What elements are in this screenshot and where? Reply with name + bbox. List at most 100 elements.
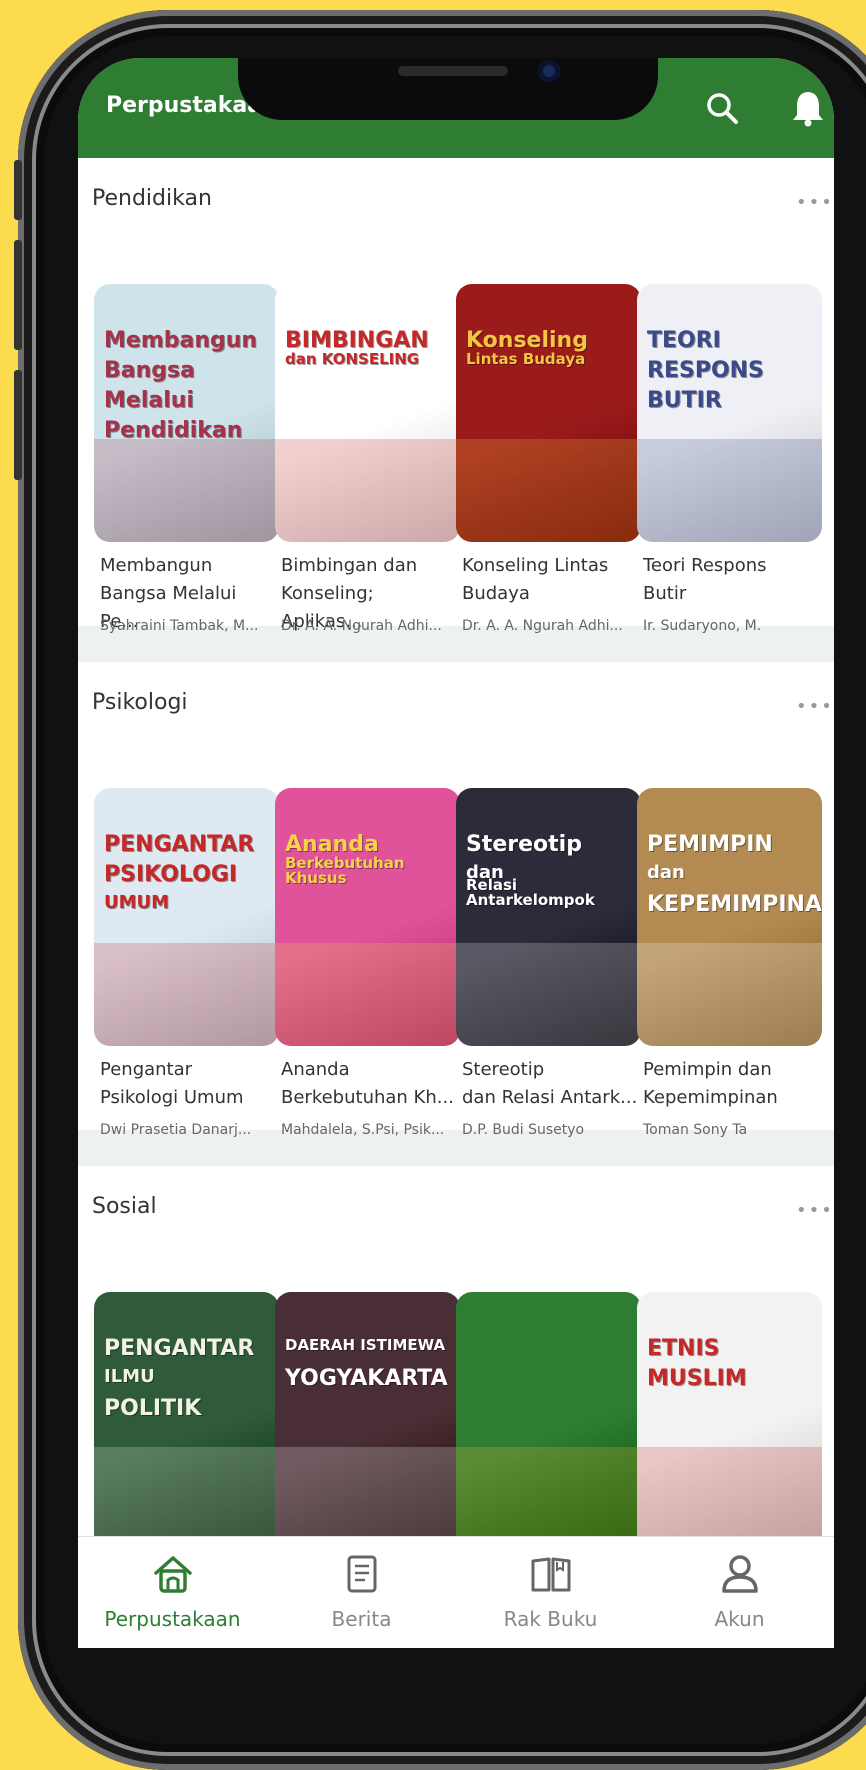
cover-title-line: BUTIR (647, 388, 722, 413)
cover-title-line: Bangsa (104, 358, 195, 383)
cover-art (275, 438, 460, 542)
cover-title-line: KEPEMIMPINAN (647, 892, 822, 917)
cover-title-line: ETNIS (647, 1336, 720, 1361)
cover-title-line: ILMU (104, 1366, 155, 1387)
book-cover[interactable]: DAERAH ISTIMEWA YOGYAKARTA (275, 1292, 460, 1536)
search-button[interactable] (698, 84, 746, 132)
book-card[interactable]: PEMIMPIN dan KEPEMIMPINAN Pemimpin dan Kepe… (637, 788, 822, 1228)
cover-title-line: PENGANTAR (104, 1336, 255, 1361)
book-author: Ir. Sudaryono, M. (643, 618, 762, 634)
cover-title-line: dan (647, 862, 685, 883)
cover-title-line: Stereotip (466, 832, 582, 857)
book-cover[interactable]: TEORI RESPONS BUTIR (637, 284, 822, 542)
cover-title-line: Lintas Budaya (466, 350, 586, 368)
book-cover[interactable]: Konseling Lintas Budaya (456, 284, 641, 542)
category-section-psikologi: Psikologi ••• PENGANTAR PSIKOLOGI UMUM Pengan… (78, 662, 834, 1217)
cover-art (275, 942, 460, 1046)
section-title: Pendidikan (92, 186, 212, 211)
book-title: Pemimpin dan Kepemimpinan (643, 1059, 778, 1108)
nav-item-berita[interactable]: Berita (267, 1537, 456, 1648)
book-card[interactable]: Membangun Bangsa Melalui Pendidikan Membangu… (94, 284, 279, 724)
book-cover[interactable]: PEMIMPIN dan KEPEMIMPINAN (637, 788, 822, 1046)
book-title: Teori Respons Butir (643, 555, 767, 604)
book-open-icon (531, 1557, 571, 1592)
cover-title-line: Relasi Antarkelompok (466, 876, 595, 909)
book-cover[interactable]: BIMBINGAN dan KONSELING (275, 284, 460, 542)
bottom-navigation: Perpustakaan Berita Rak Buku Akun (78, 1536, 834, 1648)
cover-art (94, 1446, 279, 1536)
book-cover[interactable]: Membangun Bangsa Melalui Pendidikan (94, 284, 279, 542)
app-screen: Perpustakaan Pendidikan ••• Membangun Bangs… (78, 58, 834, 1648)
nav-item-akun[interactable]: Akun (645, 1537, 834, 1648)
cover-art (637, 942, 822, 1046)
side-button (14, 160, 22, 220)
cover-title-line: Ananda (285, 832, 379, 857)
book-card[interactable]: PENGANTAR ILMU POLITIK (94, 1292, 279, 1536)
more-options-icon[interactable]: ••• (796, 696, 834, 717)
book-card[interactable]: PENGANTAR PSIKOLOGI UMUM Pengantar Psikolog… (94, 788, 279, 1228)
notification-button[interactable] (784, 84, 832, 132)
cover-title-line: POLITIK (104, 1396, 202, 1421)
cover-title-line: TEORI (647, 328, 721, 353)
book-title: Ananda Berkebutuhan Kh... (281, 1059, 454, 1108)
book-author: Dwi Prasetia Danarj... (100, 1122, 252, 1138)
home-icon (154, 1556, 192, 1593)
phone-notch (238, 58, 658, 120)
cover-art (637, 438, 822, 542)
cover-title-line: Pendidikan (104, 418, 243, 443)
cover-art (456, 942, 641, 1046)
category-section-sosial: Sosial ••• PENGANTAR ILMU POLITIK DAERAH ISTI… (78, 1166, 834, 1536)
book-card[interactable]: TEORI RESPONS BUTIR Teori Respons Butir Ir. … (637, 284, 822, 724)
book-card[interactable]: DAERAH ISTIMEWA YOGYAKARTA (275, 1292, 460, 1536)
section-title: Sosial (92, 1194, 157, 1219)
cover-title-line: BIMBINGAN (285, 328, 429, 353)
book-card[interactable]: ETNIS MUSLIM (637, 1292, 822, 1536)
cover-title-line: YOGYAKARTA (285, 1366, 448, 1391)
cover-title-line: RESPONS (647, 358, 764, 383)
cover-title-line: UMUM (104, 892, 170, 913)
book-author: D.P. Budi Susetyo (462, 1122, 585, 1138)
cover-title-line: Membangun (104, 328, 258, 353)
library-content[interactable]: Pendidikan ••• Membangun Bangsa Melalui Pendi… (78, 158, 834, 1536)
book-author: Dr. A. A. Ngurah Adhi... (462, 618, 623, 634)
cover-title-line: MUSLIM (647, 1366, 747, 1391)
cover-title-line: PENGANTAR (104, 832, 255, 857)
user-icon (722, 1555, 758, 1593)
more-options-icon[interactable]: ••• (796, 1200, 834, 1221)
book-card[interactable]: Ananda Berkebutuhan Khusus Ananda Berkebut… (275, 788, 460, 1228)
cover-art (275, 1446, 460, 1536)
book-card[interactable] (456, 1292, 641, 1536)
cover-art (456, 438, 641, 542)
book-cover[interactable] (456, 1292, 641, 1536)
side-button (14, 240, 22, 350)
book-author: Syahraini Tambak, M... (100, 618, 259, 634)
nav-item-perpustakaan[interactable]: Perpustakaan (78, 1537, 267, 1648)
camera-icon (538, 60, 560, 82)
book-cover[interactable]: Ananda Berkebutuhan Khusus (275, 788, 460, 1046)
book-card[interactable]: Stereotip dan Relasi Antarkelompok Stereoti… (456, 788, 641, 1228)
book-cover[interactable]: ETNIS MUSLIM (637, 1292, 822, 1536)
side-button (14, 370, 22, 480)
section-title: Psikologi (92, 690, 188, 715)
cover-title-line: Berkebutuhan Khusus (285, 854, 405, 887)
book-cover[interactable]: PENGANTAR ILMU POLITIK (94, 1292, 279, 1536)
nav-label: Berita (331, 1607, 392, 1631)
cover-title-line: DAERAH ISTIMEWA (285, 1336, 446, 1354)
book-card[interactable]: Konseling Lintas Budaya Konseling Lintas B… (456, 284, 641, 724)
book-cover[interactable]: Stereotip dan Relasi Antarkelompok (456, 788, 641, 1046)
category-section-pendidikan: Pendidikan ••• Membangun Bangsa Melalui Pendi… (78, 158, 834, 713)
book-author: Mahdalela, S.Psi, Psik... (281, 1122, 445, 1138)
nav-item-rak-buku[interactable]: Rak Buku (456, 1537, 645, 1648)
cover-title-line: dan KONSELING (285, 350, 420, 368)
cover-title-line: PEMIMPIN (647, 832, 773, 857)
book-title: Konseling Lintas Budaya (462, 555, 609, 604)
book-cover[interactable]: PENGANTAR PSIKOLOGI UMUM (94, 788, 279, 1046)
nav-label: Perpustakaan (104, 1607, 241, 1631)
book-card[interactable]: BIMBINGAN dan KONSELING Bimbingan dan Kons… (275, 284, 460, 724)
cover-art (94, 438, 279, 542)
book-author: Dr. A. A. Ngurah Adhi... (281, 618, 442, 634)
cover-title-line: Melalui (104, 388, 194, 413)
cover-art (637, 1446, 822, 1536)
more-options-icon[interactable]: ••• (796, 192, 834, 213)
news-icon (347, 1555, 377, 1593)
